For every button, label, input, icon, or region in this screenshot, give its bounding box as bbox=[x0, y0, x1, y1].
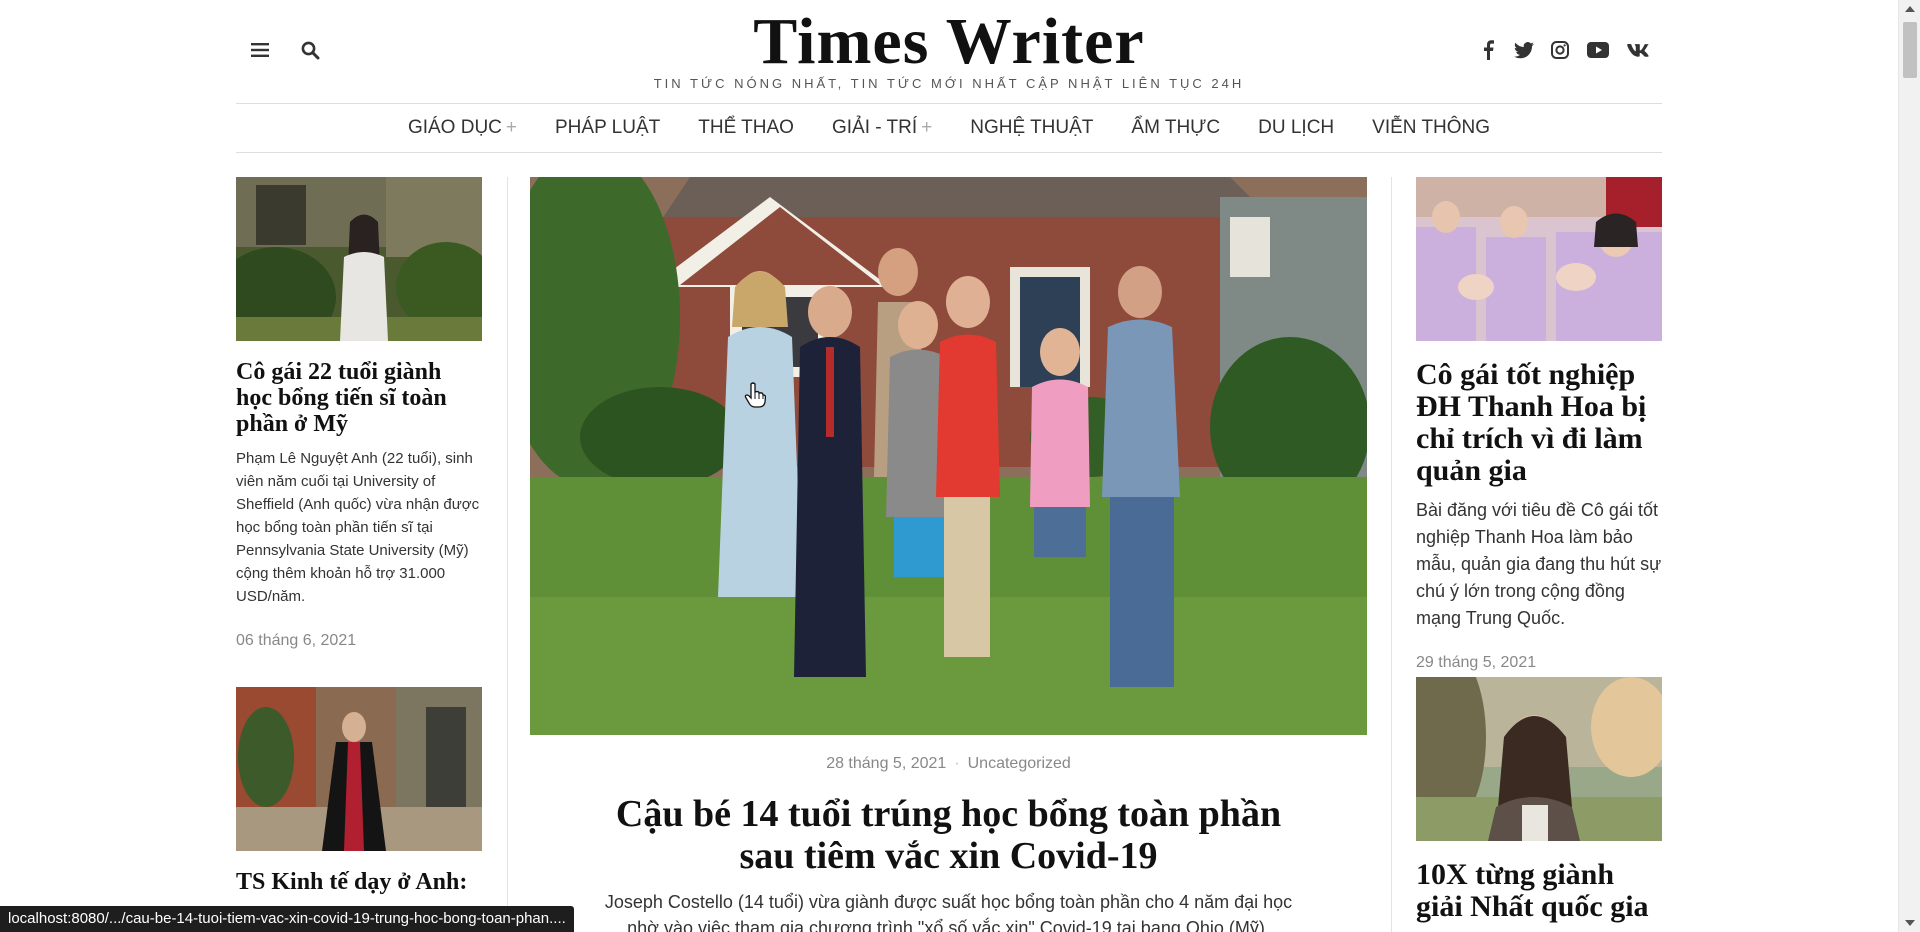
article-card: Cô gái 22 tuổi giành học bổng tiến sĩ to… bbox=[236, 177, 482, 650]
site-header: Times Writer TIN TỨC NÓNG NHẤT, TIN TỨC … bbox=[236, 0, 1662, 100]
nav-item-giao-duc[interactable]: GIÁO DỤC + bbox=[389, 117, 536, 139]
article-meta: 28 tháng 5, 2021 · Uncategorized bbox=[530, 755, 1367, 773]
article-card: TS Kinh tế dạy ở Anh: bbox=[236, 687, 482, 895]
nav-item-the-thao[interactable]: THỂ THAO bbox=[679, 117, 813, 139]
hand-cursor-icon bbox=[744, 382, 767, 408]
article-thumbnail[interactable] bbox=[1416, 677, 1662, 841]
article-date[interactable]: 28 tháng 5, 2021 bbox=[826, 755, 946, 772]
site-tagline: TIN TỨC NÓNG NHẤT, TIN TỨC MỚI NHẤT CẬP … bbox=[653, 76, 1245, 91]
youtube-icon[interactable] bbox=[1586, 38, 1610, 62]
article-title[interactable]: 10X từng giành giải Nhất quốc gia bbox=[1416, 859, 1662, 923]
instagram-icon[interactable] bbox=[1550, 38, 1570, 62]
article-category[interactable]: Uncategorized bbox=[968, 755, 1071, 772]
article-card: Cô gái tốt nghiệp ĐH Thanh Hoa bị chỉ tr… bbox=[1416, 177, 1662, 672]
column-divider bbox=[1391, 177, 1392, 932]
page-scrollbar[interactable] bbox=[1898, 0, 1920, 932]
article-excerpt: Bài đăng với tiêu đề Cô gái tốt nghiệp T… bbox=[1416, 500, 1662, 628]
nav-item-am-thuc[interactable]: ẨM THỰC bbox=[1112, 117, 1239, 139]
facebook-icon[interactable] bbox=[1478, 38, 1498, 62]
article-title[interactable]: Cô gái 22 tuổi giành học bổng tiến sĩ to… bbox=[236, 359, 482, 437]
nav-item-phap-luat[interactable]: PHÁP LUẬT bbox=[536, 117, 679, 139]
browser-status-bar: localhost:8080/.../cau-be-14-tuoi-tiem-v… bbox=[0, 906, 574, 932]
nav-expand-icon[interactable]: + bbox=[921, 117, 932, 138]
left-column: Cô gái 22 tuổi giành học bổng tiến sĩ to… bbox=[236, 177, 482, 895]
column-divider bbox=[507, 177, 508, 932]
featured-title[interactable]: Cậu bé 14 tuổi trúng học bổng toàn phần … bbox=[530, 793, 1367, 877]
article-excerpt: Phạm Lê Nguyệt Anh (22 tuổi), sinh viên … bbox=[236, 450, 480, 605]
web-page: Times Writer TIN TỨC NÓNG NHẤT, TIN TỨC … bbox=[0, 0, 1898, 932]
scroll-down-icon[interactable] bbox=[1899, 914, 1920, 932]
main-nav: GIÁO DỤC + PHÁP LUẬT THỂ THAO GIẢI - TRÍ +… bbox=[236, 103, 1662, 153]
article-title[interactable]: TS Kinh tế dạy ở Anh: bbox=[236, 869, 482, 895]
nav-item-du-lich[interactable]: DU LỊCH bbox=[1239, 117, 1353, 139]
article-date[interactable]: 29 tháng 5, 2021 bbox=[1416, 654, 1662, 672]
vk-icon[interactable] bbox=[1626, 38, 1650, 62]
featured-article: 28 tháng 5, 2021 · Uncategorized Cậu bé 14… bbox=[530, 177, 1367, 932]
brand[interactable]: Times Writer TIN TỨC NÓNG NHẤT, TIN TỨC … bbox=[236, 6, 1662, 92]
scrollbar-thumb[interactable] bbox=[1903, 22, 1917, 78]
article-title[interactable]: Cô gái tốt nghiệp ĐH Thanh Hoa bị chỉ tr… bbox=[1416, 359, 1662, 487]
featured-excerpt: Joseph Costello (14 tuổi) vừa giành được… bbox=[604, 892, 1293, 932]
twitter-icon[interactable] bbox=[1514, 38, 1534, 62]
site-title[interactable]: Times Writer bbox=[236, 6, 1662, 78]
scroll-up-icon[interactable] bbox=[1899, 0, 1920, 18]
article-thumbnail[interactable] bbox=[236, 687, 482, 851]
nav-item-vien-thong[interactable]: VIỄN THÔNG bbox=[1353, 117, 1509, 139]
featured-image[interactable] bbox=[530, 177, 1367, 735]
nav-item-nghe-thuat[interactable]: NGHỆ THUẬT bbox=[951, 117, 1112, 139]
article-thumbnail[interactable] bbox=[236, 177, 482, 341]
right-column: Cô gái tốt nghiệp ĐH Thanh Hoa bị chỉ tr… bbox=[1416, 177, 1662, 923]
article-date[interactable]: 06 tháng 6, 2021 bbox=[236, 632, 482, 650]
meta-separator: · bbox=[954, 755, 960, 772]
nav-item-giai-tri[interactable]: GIẢI - TRÍ + bbox=[813, 117, 951, 139]
article-thumbnail[interactable] bbox=[1416, 177, 1662, 341]
nav-expand-icon[interactable]: + bbox=[506, 117, 517, 138]
social-links bbox=[1478, 38, 1650, 62]
article-card: 10X từng giành giải Nhất quốc gia bbox=[1416, 677, 1662, 923]
